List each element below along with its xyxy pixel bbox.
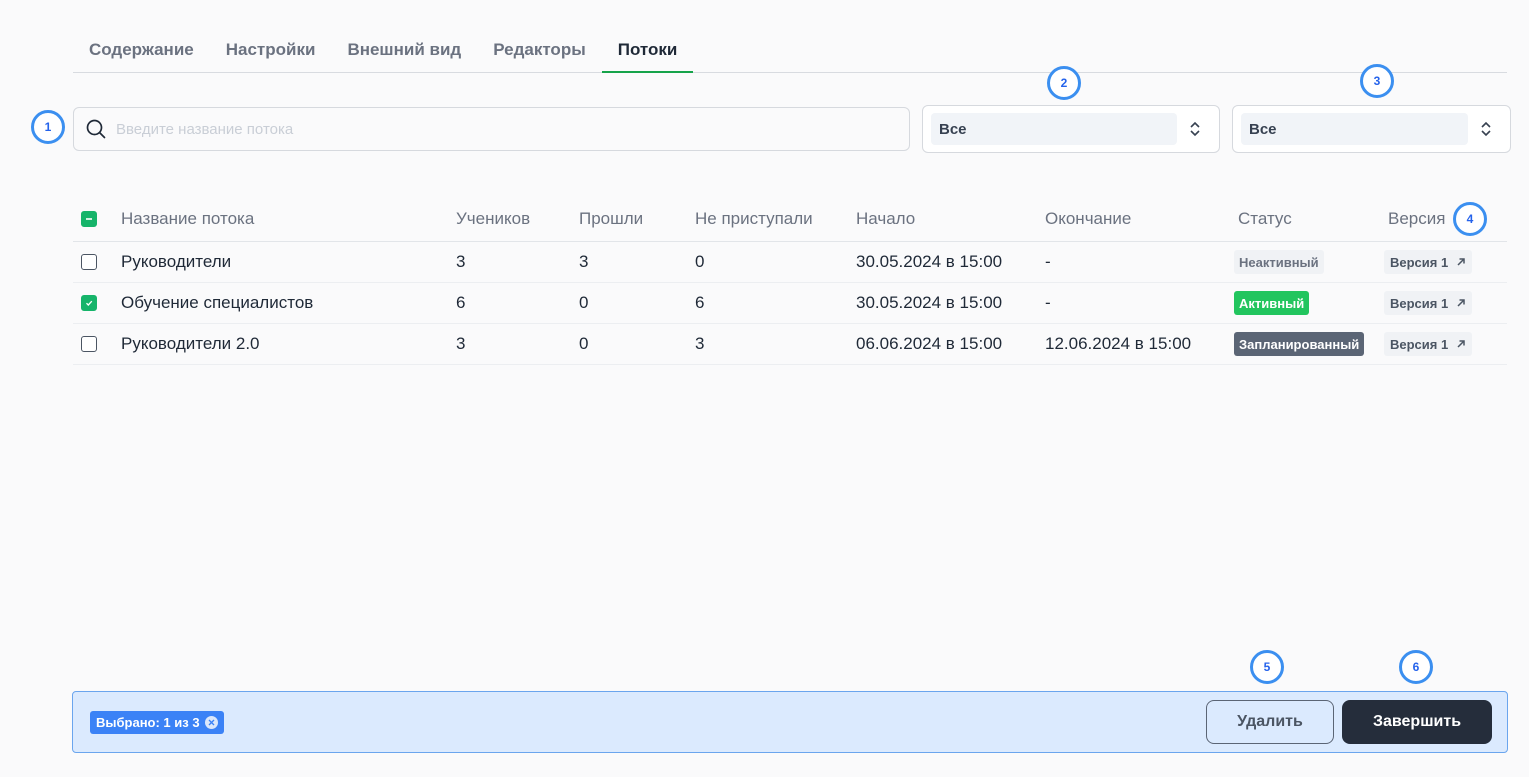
sort-chevrons-icon [1481, 121, 1491, 137]
version-link[interactable]: Версия 1 [1384, 250, 1473, 274]
filter-select-2[interactable]: Все [1232, 105, 1511, 153]
filter-select-1-value: Все [931, 113, 1177, 145]
row-start: 30.05.2024 в 15:00 [856, 252, 1003, 271]
row-not-started: 0 [695, 252, 705, 271]
tab-streams[interactable]: Потоки [601, 28, 694, 73]
row-students: 3 [456, 334, 466, 353]
status-badge: Неактивный [1234, 250, 1324, 274]
version-label: Версия 1 [1390, 254, 1449, 270]
version-label: Версия 1 [1390, 336, 1449, 352]
row-end: 12.06.2024 в 15:00 [1045, 334, 1192, 353]
clear-selection-icon[interactable] [204, 716, 218, 729]
row-start: 06.06.2024 в 15:00 [856, 334, 1003, 353]
row-not-started: 6 [695, 293, 705, 312]
filter-select-1[interactable]: Все [922, 105, 1220, 153]
header-not-started[interactable]: Не приступали [695, 209, 813, 229]
header-end[interactable]: Окончание [1045, 209, 1131, 229]
tab-bar: Содержание Настройки Внешний вид Редакто… [73, 28, 1507, 73]
row-checkbox[interactable] [81, 336, 97, 352]
tab-content[interactable]: Содержание [73, 28, 210, 72]
tab-editors[interactable]: Редакторы [477, 28, 602, 72]
row-students: 6 [456, 293, 466, 312]
finish-button[interactable]: Завершить [1342, 700, 1492, 744]
row-passed: 0 [579, 334, 589, 353]
annotation-marker-1: 1 [31, 110, 65, 144]
streams-table: Название потока Учеников Прошли Не прист… [73, 196, 1507, 365]
search-icon [86, 119, 106, 139]
status-badge: Активный [1234, 291, 1310, 315]
version-label: Версия 1 [1390, 295, 1449, 311]
header-name[interactable]: Название потока [121, 209, 254, 229]
header-students[interactable]: Учеников [456, 209, 530, 229]
row-checkbox[interactable] [81, 295, 97, 311]
version-link[interactable]: Версия 1 [1384, 332, 1473, 356]
row-checkbox[interactable] [81, 254, 97, 270]
version-link[interactable]: Версия 1 [1384, 291, 1473, 315]
row-end: - [1045, 252, 1051, 271]
selection-count-label: Выбрано: 1 из 3 [96, 715, 200, 730]
external-arrow-icon [1457, 258, 1465, 266]
tab-appearance[interactable]: Внешний вид [331, 28, 477, 72]
row-students: 3 [456, 252, 466, 271]
row-not-started: 3 [695, 334, 705, 353]
table-header: Название потока Учеников Прошли Не прист… [73, 196, 1507, 242]
minus-icon [86, 217, 92, 220]
selection-count-chip: Выбрано: 1 из 3 [90, 711, 224, 734]
row-passed: 3 [579, 252, 589, 271]
annotation-marker-6: 6 [1399, 650, 1433, 684]
header-status[interactable]: Статус [1238, 209, 1292, 229]
header-passed[interactable]: Прошли [579, 209, 643, 229]
external-arrow-icon [1457, 299, 1465, 307]
row-name: Обучение специалистов [121, 293, 314, 312]
table-row[interactable]: Обучение специалистов 6 0 6 30.05.2024 в… [73, 283, 1507, 324]
selection-action-bar: Выбрано: 1 из 3 Удалить Завершить [72, 691, 1508, 753]
search-box [73, 107, 910, 151]
row-name: Руководители [121, 252, 232, 271]
annotation-marker-2: 2 [1047, 66, 1081, 100]
header-start[interactable]: Начало [856, 209, 915, 229]
streams-page: Содержание Настройки Внешний вид Редакто… [0, 0, 1529, 777]
row-end: - [1045, 293, 1051, 312]
delete-button[interactable]: Удалить [1206, 700, 1334, 744]
annotation-marker-5: 5 [1250, 650, 1284, 684]
status-badge: Запланированный [1234, 332, 1365, 356]
header-version[interactable]: Версия [1388, 209, 1445, 229]
row-start: 30.05.2024 в 15:00 [856, 293, 1003, 312]
filter-select-2-value: Все [1241, 113, 1468, 145]
row-passed: 0 [579, 293, 589, 312]
check-icon [86, 300, 93, 306]
row-name: Руководители 2.0 [121, 334, 260, 353]
search-input[interactable] [116, 120, 876, 138]
annotation-marker-3: 3 [1360, 64, 1394, 98]
sort-chevrons-icon [1190, 121, 1200, 137]
tab-settings[interactable]: Настройки [210, 28, 332, 72]
table-row[interactable]: Руководители 2.0 3 0 3 06.06.2024 в 15:0… [73, 324, 1507, 365]
close-icon [208, 719, 215, 726]
select-all-checkbox[interactable] [81, 210, 97, 227]
external-arrow-icon [1457, 340, 1465, 348]
table-row[interactable]: Руководители 3 3 0 30.05.2024 в 15:00 - … [73, 242, 1507, 283]
